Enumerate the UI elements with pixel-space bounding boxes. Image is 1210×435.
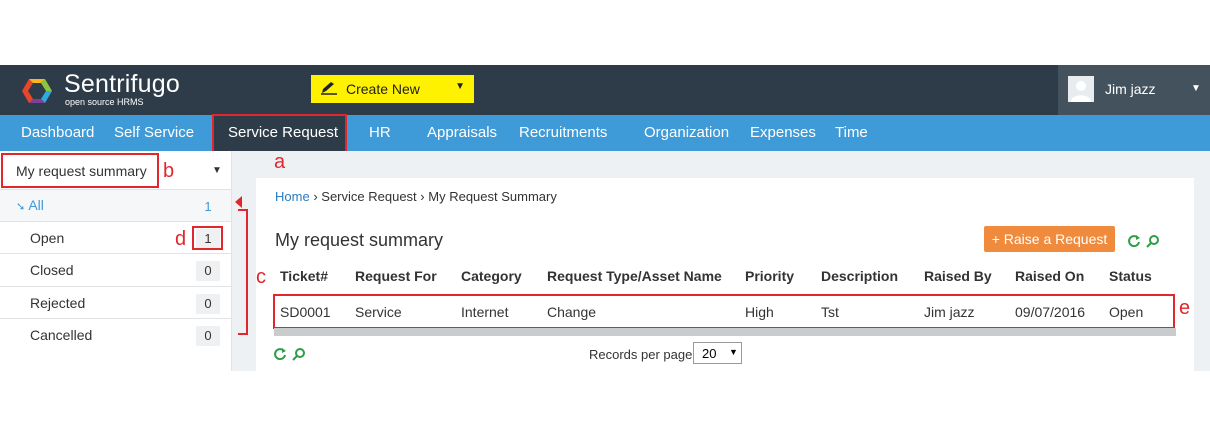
sidebar-item-rejected-label: Rejected [30,295,86,311]
nav-organization[interactable]: Organization [644,124,729,141]
annotation-box-d [192,226,223,250]
sentrifugo-logo-icon[interactable] [18,72,56,110]
search-icon[interactable] [1146,234,1160,248]
records-per-page-label: Records per page [589,347,693,362]
records-per-page-value: 20 [702,346,717,361]
column-header[interactable]: Description [821,268,898,284]
chevron-down-icon: ▼ [455,81,465,92]
column-header[interactable]: Raised By [924,268,992,284]
annotation-bracket-c [238,209,248,335]
column-header[interactable]: Request Type/Asset Name [547,268,722,284]
sidebar-item-open-label: Open [30,230,65,246]
column-header[interactable]: Request For [355,268,437,284]
avatar [1068,76,1094,102]
nav-dashboard[interactable]: Dashboard [21,124,94,141]
nav-time[interactable]: Time [835,124,868,141]
table-footer-bar [274,328,1176,336]
nav-self-service[interactable]: Self Service [114,124,194,141]
records-per-page-select[interactable]: 20 ▼ [693,342,742,364]
page-title: My request summary [275,230,444,250]
annotation-box-a [212,114,347,153]
sidebar-count-cancelled: 0 [196,326,220,346]
sidebar-count-closed: 0 [196,261,220,281]
annotation-label-a: a [274,151,286,173]
chevron-down-icon[interactable]: ▼ [212,165,222,176]
breadcrumb-separator: › [313,189,318,204]
annotation-label-b: b [163,160,175,182]
raise-request-button[interactable]: + Raise a Request [984,226,1115,252]
column-header[interactable]: Status [1109,268,1152,284]
sidebar-count-all: 1 [196,197,220,217]
annotation-label-e: e [1179,297,1191,319]
nav-recruitments[interactable]: Recruitments [519,124,607,141]
annotation-box-e [273,294,1175,329]
create-new-label: Create New [346,81,420,97]
breadcrumb-current: My Request Summary [428,189,557,204]
chevron-down-icon: ▼ [1191,83,1201,94]
refresh-icon[interactable] [273,347,287,361]
annotation-label-d: d [175,228,187,250]
chevron-down-icon: ▼ [729,347,738,357]
breadcrumb-separator: › [420,189,425,204]
user-menu[interactable]: Jim jazz ▼ [1058,65,1210,115]
edit-pencil-icon [320,81,338,98]
user-name: Jim jazz [1105,81,1156,97]
search-icon[interactable] [292,347,306,361]
annotation-box-b [1,153,159,188]
selection-pointer-icon [235,196,242,208]
column-header[interactable]: Ticket# [280,268,328,284]
column-header[interactable]: Category [461,268,522,284]
breadcrumb-section[interactable]: Service Request [321,189,416,204]
arrow-down-right-icon: ➘ [16,201,26,213]
breadcrumb: Home › Service Request › My Request Summ… [275,189,557,204]
annotation-label-c: c [256,266,266,288]
app-tagline: open source HRMS [65,97,144,107]
sidebar-item-cancelled-label: Cancelled [30,327,93,343]
top-header [0,65,1210,115]
sidebar-item-all-label: ➘ All [16,197,44,213]
nav-expenses[interactable]: Expenses [750,124,816,141]
nav-appraisals[interactable]: Appraisals [427,124,497,141]
breadcrumb-home[interactable]: Home [275,189,310,204]
column-header[interactable]: Raised On [1015,268,1084,284]
create-new-button[interactable]: Create New ▼ [311,75,474,103]
column-header[interactable]: Priority [745,268,794,284]
sidebar-item-closed-label: Closed [30,262,74,278]
nav-hr[interactable]: HR [369,124,391,141]
refresh-icon[interactable] [1127,234,1141,248]
app-name: Sentrifugo [64,70,180,98]
sidebar-count-rejected: 0 [196,294,220,314]
